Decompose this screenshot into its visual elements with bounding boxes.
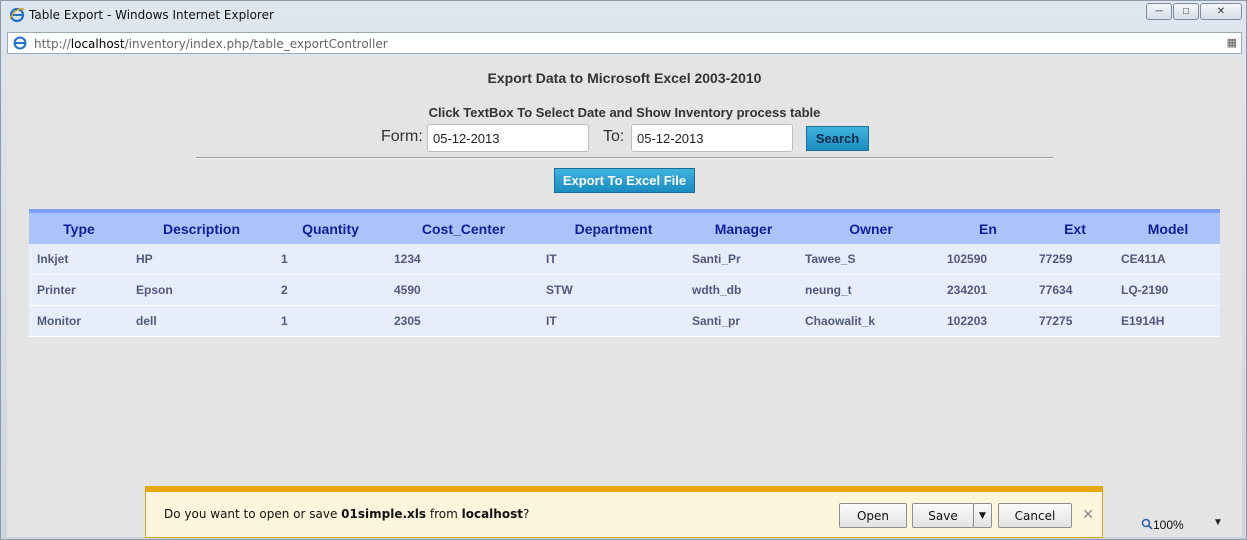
cell-cost-center: 1234 [387, 244, 540, 275]
cell-model: E1914H [1116, 305, 1220, 337]
url-path: /inventory/index.php/table_exportControl… [124, 37, 388, 51]
from-date-input[interactable]: 05-12-2013 [427, 124, 589, 152]
cell-ext: 77275 [1034, 305, 1116, 337]
table-header-row: Type Description Quantity Cost_Center De… [29, 211, 1220, 244]
url-prefix: http:// [34, 37, 71, 51]
column-header[interactable]: Cost_Center [387, 211, 540, 244]
status-bar: 100% ▼ [1141, 515, 1246, 535]
cell-type: Inkjet [29, 244, 129, 275]
cell-ext: 77634 [1034, 274, 1116, 306]
url-host: localhost [70, 37, 125, 51]
instruction-text: Click TextBox To Select Date and Show In… [428, 105, 821, 120]
page-ie-icon [13, 36, 27, 50]
download-notification-bar: Do you want to open or save 01simple.xls… [145, 486, 1103, 538]
minimize-button[interactable]: ─ [1146, 3, 1172, 20]
cell-ext: 77259 [1034, 244, 1116, 275]
dropdown-arrow-icon: ▼ [979, 510, 986, 521]
cell-manager: Santi_Pr [687, 244, 800, 275]
cell-en: 234201 [942, 274, 1034, 306]
cell-model: LQ-2190 [1116, 274, 1220, 306]
cell-cost-center: 4590 [387, 274, 540, 306]
cell-department: IT [540, 305, 687, 337]
minimize-icon: ─ [1155, 6, 1163, 17]
table-row: Inkjet HP 1 1234 IT Santi_Pr Tawee_S 102… [29, 244, 1220, 275]
cell-type: Monitor [29, 305, 129, 337]
internet-explorer-icon [9, 7, 25, 23]
cell-description: HP [129, 244, 274, 275]
compatibility-icon[interactable]: ▦ [1227, 36, 1237, 49]
download-prefix: Do you want to open or save [164, 507, 342, 521]
save-options-dropdown[interactable]: ▼ [973, 503, 992, 528]
window-title: Table Export - Windows Internet Explorer [29, 8, 274, 22]
cell-owner: Tawee_S [800, 244, 942, 275]
from-label: Form: [381, 128, 423, 145]
cell-en: 102590 [942, 244, 1034, 275]
close-notification-icon[interactable]: ✕ [1082, 506, 1094, 523]
cell-owner: Chaowalit_k [800, 305, 942, 337]
divider [196, 157, 1053, 159]
url-text: http://localhost/inventory/index.php/tab… [34, 37, 388, 51]
cell-manager: Santi_pr [687, 305, 800, 337]
cell-type: Printer [29, 274, 129, 306]
table-row: Printer Epson 2 4590 STW wdth_db neung_t… [29, 274, 1220, 306]
column-header[interactable]: Model [1116, 211, 1220, 244]
window-controls: ─ □ ✕ [1146, 3, 1242, 20]
cell-description: dell [129, 305, 274, 337]
download-message: Do you want to open or save 01simple.xls… [164, 507, 529, 521]
column-header[interactable]: Quantity [274, 211, 387, 244]
save-button[interactable]: Save [912, 503, 974, 528]
inventory-table: Type Description Quantity Cost_Center De… [29, 209, 1220, 337]
cell-model: CE411A [1116, 244, 1220, 275]
column-header[interactable]: Type [29, 211, 129, 244]
table-row: Monitor dell 1 2305 IT Santi_pr Chaowali… [29, 305, 1220, 337]
to-date-input[interactable]: 05-12-2013 [631, 124, 793, 152]
open-button[interactable]: Open [839, 503, 907, 528]
title-bar: Table Export - Windows Internet Explorer… [1, 1, 1246, 29]
page-title: Export Data to Microsoft Excel 2003-2010 [487, 70, 762, 86]
cancel-button[interactable]: Cancel [998, 503, 1072, 528]
browser-window: Table Export - Windows Internet Explorer… [0, 0, 1247, 540]
close-icon: ✕ [1216, 6, 1226, 17]
column-header[interactable]: En [942, 211, 1034, 244]
export-excel-button[interactable]: Export To Excel File [554, 168, 695, 193]
search-button[interactable]: Search [806, 126, 869, 151]
zoom-level[interactable]: 100% [1153, 518, 1184, 532]
download-suffix: ? [522, 507, 530, 521]
cell-description: Epson [129, 274, 274, 306]
maximize-icon: □ [1182, 6, 1190, 17]
column-header[interactable]: Description [129, 211, 274, 244]
column-header[interactable]: Ext [1034, 211, 1116, 244]
cell-manager: wdth_db [687, 274, 800, 306]
cell-department: IT [540, 244, 687, 275]
cell-quantity: 2 [274, 274, 387, 306]
maximize-button[interactable]: □ [1173, 3, 1199, 20]
cell-cost-center: 2305 [387, 305, 540, 337]
download-middle: from [426, 507, 462, 521]
close-window-button[interactable]: ✕ [1200, 3, 1242, 20]
page-content: Export Data to Microsoft Excel 2003-2010… [7, 57, 1242, 537]
cell-department: STW [540, 274, 687, 306]
to-label: To: [603, 128, 625, 145]
column-header[interactable]: Manager [687, 211, 800, 244]
download-filename: 01simple.xls [341, 507, 427, 521]
cell-quantity: 1 [274, 244, 387, 275]
download-source: localhost [461, 507, 523, 521]
address-bar[interactable]: http://localhost/inventory/index.php/tab… [7, 32, 1242, 54]
column-header[interactable]: Owner [800, 211, 942, 244]
zoom-dropdown-icon[interactable]: ▼ [1213, 517, 1223, 528]
zoom-icon [1141, 518, 1153, 530]
column-header[interactable]: Department [540, 211, 687, 244]
cell-owner: neung_t [800, 274, 942, 306]
cell-en: 102203 [942, 305, 1034, 337]
cell-quantity: 1 [274, 305, 387, 337]
